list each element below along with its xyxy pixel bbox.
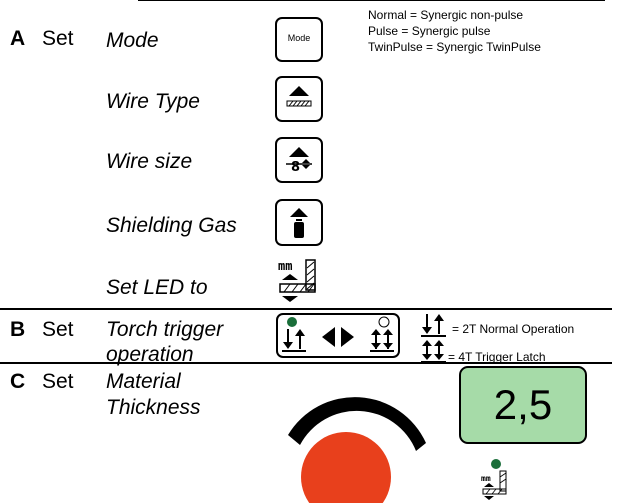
wire-type-icon	[286, 86, 312, 107]
mm-led-icon: mm	[278, 259, 316, 302]
label-torch-trigger: Torch trigger	[106, 318, 224, 341]
thickness-knob[interactable]	[276, 377, 456, 503]
thickness-display: 2,5	[459, 366, 587, 444]
mm-text: mm	[278, 259, 292, 273]
label-shielding-gas: Shielding Gas	[106, 214, 237, 237]
svg-text:8: 8	[291, 160, 300, 175]
divider-a-b	[0, 308, 612, 310]
section-c-set: Set	[42, 370, 74, 393]
trigger-2t-icon	[421, 314, 446, 337]
wire-size-icon: 8	[286, 147, 312, 175]
trigger-selector-graphic	[282, 316, 394, 352]
section-a-set: Set	[42, 27, 74, 50]
gas-cylinder-icon	[290, 208, 308, 238]
label-thickness: Thickness	[106, 396, 201, 419]
mode-button-label: Mode	[287, 33, 311, 43]
shielding-gas-button[interactable]	[275, 199, 323, 246]
section-a-letter: A	[10, 27, 26, 50]
wire-size-button[interactable]: 8	[275, 137, 323, 183]
top-rule	[138, 0, 605, 1]
mode-button[interactable]: Mode	[275, 17, 323, 62]
thickness-value: 2,5	[493, 381, 553, 428]
label-material: Material	[106, 370, 181, 393]
knob-body	[301, 432, 391, 503]
section-b-letter: B	[10, 318, 26, 341]
mode-note-twinpulse: TwinPulse = Synergic TwinPulse	[368, 40, 541, 54]
trigger-mode-selector[interactable]	[276, 313, 400, 358]
label-wire-type: Wire Type	[106, 90, 200, 113]
label-set-led-to: Set LED to	[106, 276, 208, 299]
section-b-set: Set	[42, 318, 74, 341]
svg-text:mm: mm	[481, 474, 491, 483]
note-2t: = 2T Normal Operation	[452, 322, 575, 336]
wire-type-button[interactable]	[275, 76, 323, 122]
thickness-led	[491, 459, 501, 469]
divider-b-c	[0, 362, 612, 364]
trigger-4t-icon	[421, 340, 446, 363]
mode-note-pulse: Pulse = Synergic pulse	[368, 24, 491, 38]
label-wire-size: Wire size	[106, 150, 193, 173]
led-2t	[287, 317, 297, 327]
label-mode: Mode	[106, 29, 159, 52]
mm-indicator-icon: mm	[481, 459, 507, 500]
section-c-letter: C	[10, 370, 26, 393]
mode-note-normal: Normal = Synergic non-pulse	[368, 8, 524, 22]
